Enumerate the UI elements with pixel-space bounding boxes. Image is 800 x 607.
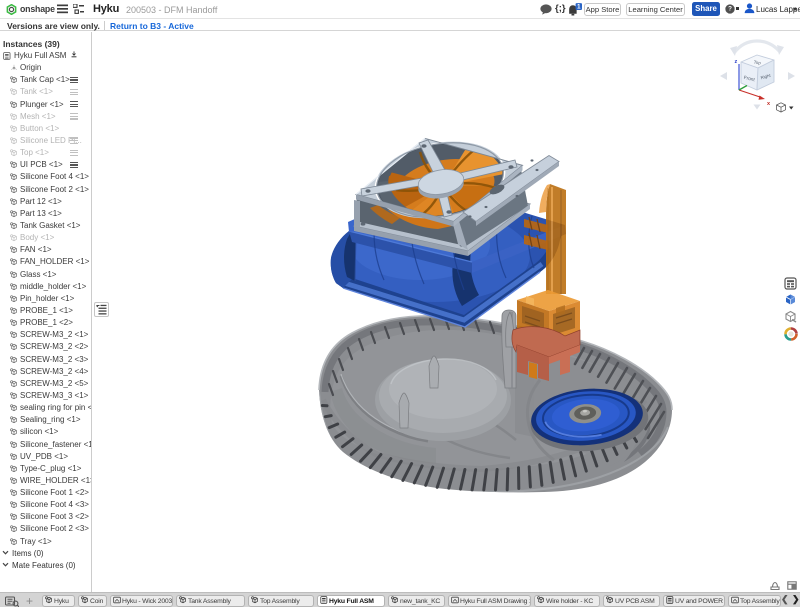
svg-text:x: x (767, 101, 771, 107)
svg-text:?: ? (728, 5, 732, 12)
svg-text:1: 1 (577, 3, 581, 10)
svg-text:z: z (735, 59, 738, 65)
